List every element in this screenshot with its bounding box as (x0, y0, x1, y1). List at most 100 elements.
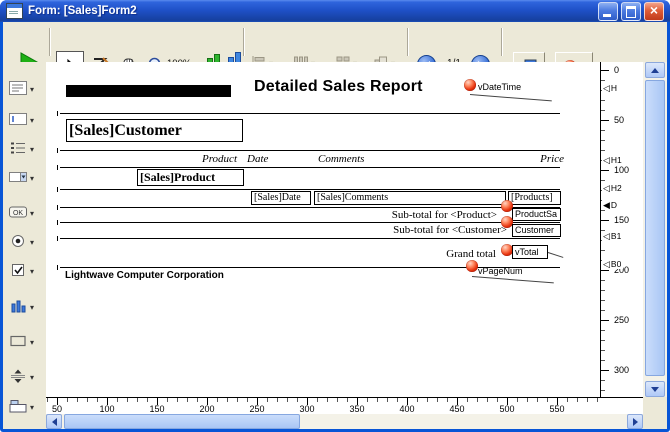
radio-button-tool-icon (8, 233, 28, 249)
scroll-right-button[interactable] (627, 414, 643, 429)
ruler-label: 300 (614, 365, 629, 375)
area-marker-break1[interactable]: B1 (602, 231, 623, 241)
dropdown-arrow-icon[interactable] (30, 397, 34, 415)
ruler-label: 400 (399, 404, 414, 414)
variable-customer-subtotal[interactable]: Customer (512, 224, 561, 237)
splitter-tool-icon (8, 368, 28, 384)
sidebar-item-combobox-tool[interactable] (8, 166, 44, 188)
title-black-bar[interactable] (66, 85, 231, 97)
field-product[interactable]: [Sales]Product (137, 169, 244, 186)
scroll-up-button[interactable] (645, 62, 665, 78)
field-date[interactable]: [Sales]Date (251, 191, 311, 205)
sidebar-item-radio-button-tool[interactable] (8, 230, 44, 252)
separator-line[interactable] (60, 238, 560, 239)
sidebar-item-checkbox-tool[interactable] (8, 259, 44, 281)
company-label[interactable]: Lightwave Computer Corporation (65, 270, 224, 281)
dropdown-arrow-icon[interactable] (30, 203, 34, 221)
ruler-label: 200 (199, 404, 214, 414)
separator-line[interactable] (60, 167, 560, 168)
scroll-left-button[interactable] (46, 414, 62, 429)
ruler-ticks (601, 70, 609, 372)
dropdown-arrow-icon[interactable] (30, 332, 34, 350)
toolbar-separator (243, 28, 245, 56)
column-header-product[interactable]: Product (187, 153, 237, 165)
subtotal-product-label[interactable]: Sub-total for <Product> (346, 209, 497, 221)
marker-triangle-icon (603, 259, 610, 269)
sidebar-item-rectangle-tool[interactable] (8, 330, 44, 352)
dropdown-arrow-icon[interactable] (30, 367, 34, 385)
area-marker-break0[interactable]: B0 (602, 259, 623, 269)
separator-line[interactable] (60, 189, 560, 190)
form-title-label[interactable]: Detailed Sales Report (254, 78, 423, 96)
scrollbar-corner (643, 397, 667, 429)
sidebar-item-text-tool[interactable] (8, 77, 44, 99)
separator-line[interactable] (60, 207, 560, 208)
field-comments[interactable]: [Sales]Comments (314, 191, 506, 205)
variable-product-subtotal[interactable]: ProductSa (512, 208, 561, 221)
variable-sphere-icon[interactable] (464, 79, 476, 91)
close-button[interactable] (644, 2, 664, 21)
variable-vpagenum[interactable]: vPageNum (478, 266, 523, 276)
sidebar-item-progress-bar-tool[interactable] (8, 295, 44, 317)
area-marker-detail[interactable]: D (602, 200, 619, 210)
field-tool-icon (8, 111, 28, 127)
rectangle-tool-icon (8, 333, 28, 349)
separator-line[interactable] (60, 113, 560, 114)
marker-triangle-icon (603, 83, 610, 93)
ruler-label: 250 (249, 404, 264, 414)
variable-vdatetime[interactable]: vDateTime (478, 82, 521, 92)
ruler-label: 100 (614, 165, 629, 175)
dropdown-arrow-icon[interactable] (30, 261, 34, 279)
window-title: Form: [Sales]Form2 (28, 5, 598, 17)
dropdown-arrow-icon[interactable] (30, 297, 34, 315)
app-window: Form: [Sales]Form2 100% (0, 0, 670, 432)
dropdown-arrow-icon[interactable] (30, 139, 34, 157)
toolbar: 100% 1/1 (3, 22, 667, 63)
form-canvas[interactable]: Detailed Sales Report vDateTime [Sales]C… (46, 62, 600, 397)
area-marker-header2[interactable]: H2 (602, 183, 624, 193)
horizontal-scroll-thumb[interactable] (64, 414, 300, 429)
scroll-down-button[interactable] (645, 381, 665, 397)
sidebar-item-field-tool[interactable] (8, 108, 44, 130)
vertical-scrollbar[interactable] (643, 62, 667, 397)
ruler-label: 50 (52, 404, 62, 414)
column-header-price[interactable]: Price (516, 153, 564, 165)
sidebar-item-splitter-tool[interactable] (8, 365, 44, 387)
field-price[interactable]: [Products] (508, 191, 561, 205)
column-header-comments[interactable]: Comments (318, 153, 364, 165)
dropdown-arrow-icon[interactable] (30, 168, 34, 186)
field-customer[interactable]: [Sales]Customer (66, 119, 243, 142)
horizontal-scrollbar[interactable] (46, 414, 643, 429)
area-marker-header1[interactable]: H1 (602, 155, 624, 165)
marker-triangle-icon (603, 200, 610, 210)
listbox-tool-icon (8, 140, 28, 156)
ruler-label: 250 (614, 315, 629, 325)
marker-triangle-icon (603, 155, 610, 165)
grand-total-label[interactable]: Grand total (376, 248, 496, 260)
variable-sphere-icon[interactable] (466, 260, 478, 272)
ruler-label: 450 (449, 404, 464, 414)
dropdown-arrow-icon[interactable] (30, 232, 34, 250)
subtotal-customer-label[interactable]: Sub-total for <Customer> (306, 224, 507, 236)
ruler-label: 0 (614, 65, 619, 75)
minimize-button[interactable] (598, 2, 618, 21)
vertical-scroll-thumb[interactable] (645, 80, 665, 376)
column-header-date[interactable]: Date (247, 153, 268, 165)
ruler-label: 350 (349, 404, 364, 414)
sidebar-item-listbox-tool[interactable] (8, 137, 44, 159)
separator-line[interactable] (60, 222, 560, 223)
separator-line[interactable] (60, 150, 560, 151)
vertical-ruler: 0 50 100 150 200 250 300 H H1 H2 D B1 B0 (600, 62, 643, 397)
dropdown-arrow-icon[interactable] (30, 110, 34, 128)
titlebar[interactable]: Form: [Sales]Form2 (0, 0, 670, 22)
text-tool-icon (8, 80, 28, 96)
sidebar-item-button-tool[interactable]: OK (8, 201, 44, 223)
form-window-icon (6, 3, 23, 19)
marker-triangle-icon (603, 183, 610, 193)
maximize-button[interactable] (621, 2, 641, 21)
variable-total[interactable]: vTotal (512, 245, 548, 259)
sidebar-item-tab-control-tool[interactable] (8, 395, 44, 417)
marker-triangle-icon (603, 231, 610, 241)
dropdown-arrow-icon[interactable] (30, 79, 34, 97)
area-marker-header[interactable]: H (602, 83, 619, 93)
